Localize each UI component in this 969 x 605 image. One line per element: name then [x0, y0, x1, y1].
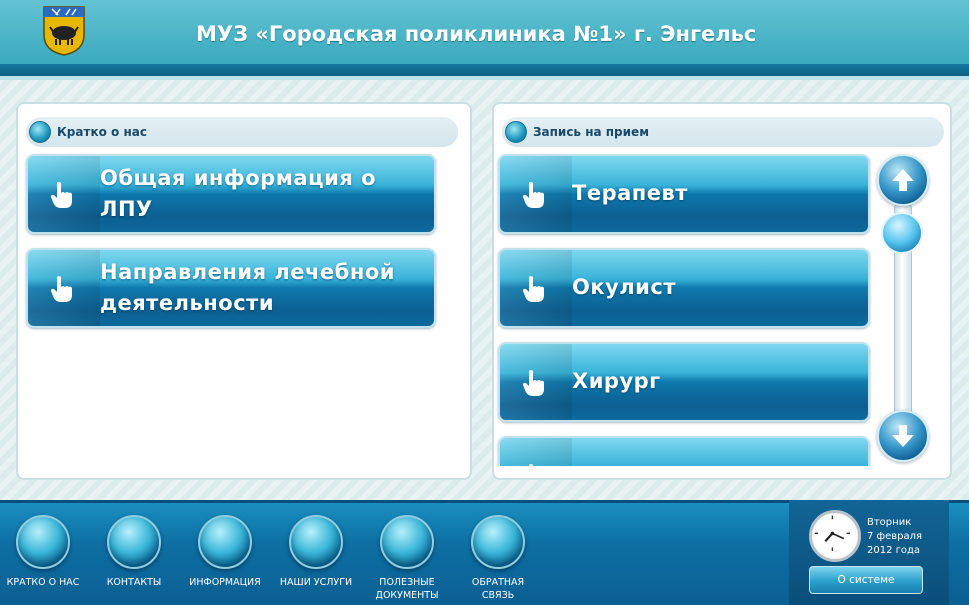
nav-feedback-label: ОБРАТНАЯ СВЯЗЬ	[471, 577, 525, 601]
pointing-hand-icon	[51, 182, 72, 208]
general-info-label-line1: Общая информация о	[100, 166, 377, 190]
pointing-hand-icon	[523, 276, 544, 302]
doctor-button-therapist[interactable]: Терапевт	[498, 154, 870, 234]
nav-services-label: НАШИ УСЛУГИ	[279, 577, 353, 588]
page-title: МУЗ «Городская поликлиника №1» г. Энгель…	[196, 22, 757, 46]
arrow-down-icon	[892, 425, 914, 447]
general-info-label-line2: ЛПУ	[100, 197, 153, 221]
nav-orb-icon	[471, 515, 525, 569]
nav-information[interactable]: ИНФОРМАЦИЯ	[183, 515, 267, 589]
nav-documents-label: ПОЛЕЗНЫЕ ДОКУМЕНТЫ	[375, 577, 439, 601]
doctor-button-surgeon[interactable]: Хирург	[498, 342, 870, 422]
doctor-label: Хирург	[572, 369, 661, 393]
bullet-orb-icon	[29, 121, 51, 143]
doctor-label	[572, 438, 858, 466]
doctor-list: Терапевт Окулист Хирург	[494, 154, 894, 466]
treatment-areas-button[interactable]: Направления лечебной деятельности	[26, 248, 436, 328]
header-stripe	[0, 64, 969, 76]
general-info-button[interactable]: Общая информация о ЛПУ	[26, 154, 436, 234]
pointing-hand-icon	[51, 276, 72, 302]
nav-information-label: ИНФОРМАЦИЯ	[189, 577, 261, 588]
scroll-up-button[interactable]	[877, 154, 929, 206]
about-panel: Кратко о нас Общая информация о ЛПУ Напр…	[16, 102, 472, 480]
nav-about-label: КРАТКО О НАС	[6, 577, 80, 588]
nav-orb-icon	[107, 515, 161, 569]
clock-icon	[809, 510, 861, 562]
year-text: 2012 года	[867, 545, 921, 556]
pointing-hand-icon	[523, 182, 544, 208]
arrow-up-icon	[892, 169, 914, 191]
doctor-button-oculist[interactable]: Окулист	[498, 248, 870, 328]
about-panel-heading: Кратко о нас	[26, 117, 458, 147]
nav-services[interactable]: НАШИ УСЛУГИ	[274, 515, 358, 589]
general-info-label: Общая информация о ЛПУ	[100, 156, 424, 232]
coat-of-arms-icon	[43, 6, 85, 56]
date-display: Вторник 7 февраля 2012 года	[867, 516, 922, 558]
nav-orb-icon	[289, 515, 343, 569]
nav-orb-icon	[198, 515, 252, 569]
appointment-heading-label: Запись на прием	[533, 125, 650, 139]
clock-widget: Вторник 7 февраля 2012 года О системе	[789, 500, 949, 605]
appointment-panel: Запись на прием Терапевт Окулист Хирург	[492, 102, 952, 480]
pointing-hand-icon	[523, 370, 544, 396]
nav-documents[interactable]: ПОЛЕЗНЫЕ ДОКУМЕНТЫ	[365, 515, 449, 602]
treatment-areas-label: Направления лечебной деятельности	[100, 250, 424, 326]
nav-orb-icon	[380, 515, 434, 569]
nav-feedback[interactable]: ОБРАТНАЯ СВЯЗЬ	[456, 515, 540, 602]
treatment-areas-label-line1: Направления лечебной	[100, 260, 395, 284]
date-text: 7 февраля	[867, 531, 923, 542]
header-stripe-light	[0, 76, 969, 80]
nav-about[interactable]: КРАТКО О НАС	[1, 515, 85, 589]
header-bar: МУЗ «Городская поликлиника №1» г. Энгель…	[0, 0, 969, 64]
treatment-areas-label-line2: деятельности	[100, 291, 275, 315]
doctor-label: Окулист	[572, 275, 677, 299]
scroll-down-button[interactable]	[877, 410, 929, 462]
weekday-text: Вторник	[867, 517, 912, 528]
scrollbar-thumb[interactable]	[881, 212, 923, 254]
nav-contacts[interactable]: КОНТАКТЫ	[92, 515, 176, 589]
nav-orb-icon	[16, 515, 70, 569]
doctor-label: Терапевт	[572, 181, 688, 205]
about-system-button[interactable]: О системе	[809, 566, 923, 594]
appointment-panel-heading: Запись на прием	[502, 117, 944, 147]
nav-contacts-label: КОНТАКТЫ	[106, 577, 162, 588]
doctor-button-partial[interactable]	[498, 436, 870, 466]
bullet-orb-icon	[505, 121, 527, 143]
pointing-hand-icon	[529, 464, 533, 466]
about-heading-label: Кратко о нас	[57, 125, 147, 139]
